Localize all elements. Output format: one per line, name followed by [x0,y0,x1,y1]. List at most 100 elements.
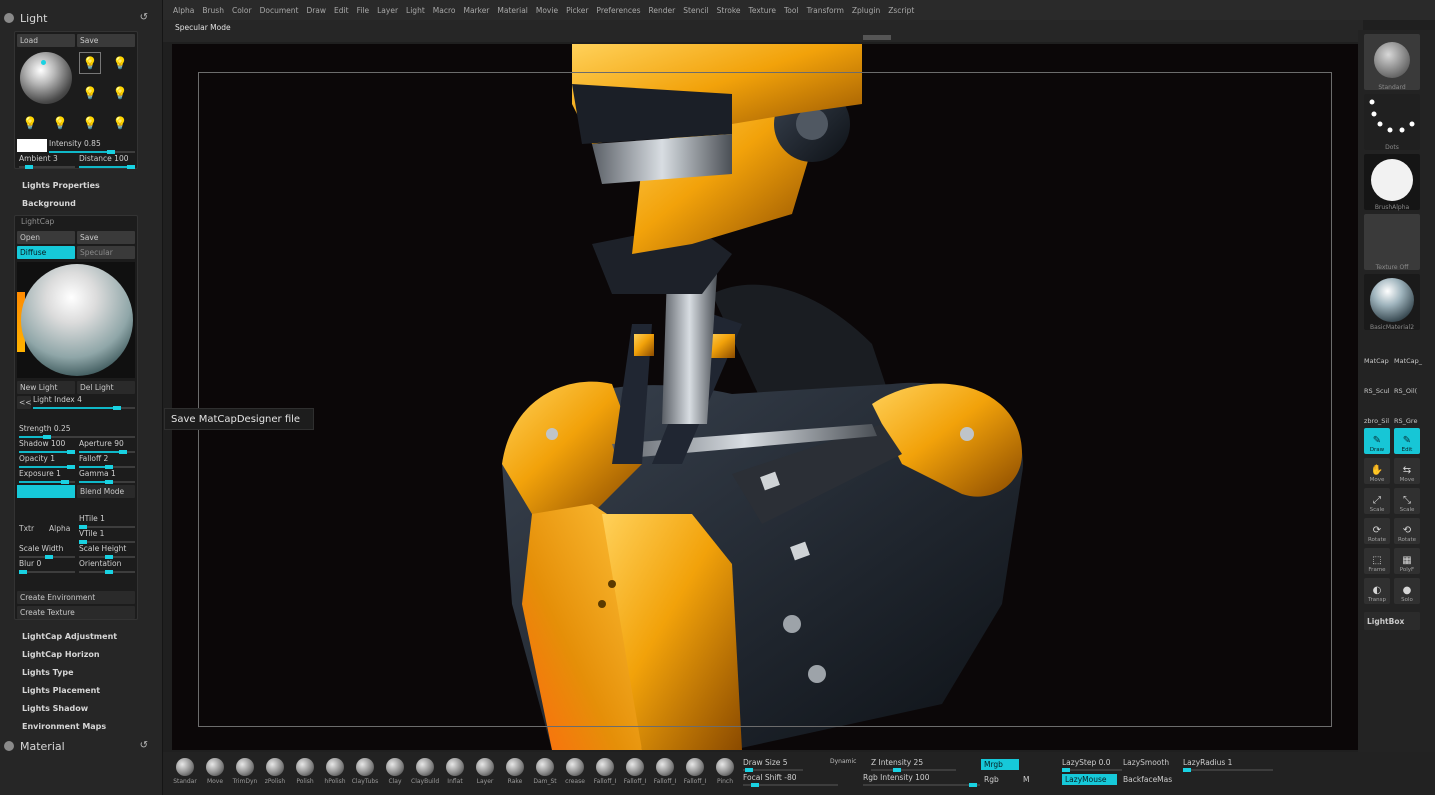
lightcap-color-swatch[interactable] [17,485,75,498]
transp-tool-button[interactable]: ◐ Transp [1364,578,1390,604]
scale-tool-button[interactable]: ⤡ Scale [1394,488,1420,514]
alpha-button[interactable]: Alpha [49,524,70,533]
blend-mode-button[interactable]: Blend Mode [77,485,135,498]
load-button[interactable]: Load [17,34,75,47]
lightcap-horizon-item[interactable]: LightCap Horizon [22,650,100,659]
backface-mask-button[interactable]: BackfaceMas [1120,774,1185,785]
menu-item-zscript[interactable]: Zscript [888,6,914,15]
brush-button[interactable]: zPolish [261,758,289,785]
lazy-step-slider[interactable]: LazyStep 0.0 [1062,758,1122,772]
blur-slider[interactable]: Blur 0 [19,559,75,574]
create-texture-button[interactable]: Create Texture [17,606,135,619]
menu-item-macro[interactable]: Macro [433,6,456,15]
lightcap-save-button[interactable]: Save [77,231,135,244]
move-tool-button[interactable]: ✋ Move [1364,458,1390,484]
brush-button[interactable]: Falloff_I [621,758,649,785]
texture-thumbnail[interactable] [1364,214,1420,270]
txtr-button[interactable]: Txtr [19,524,34,533]
menu-item-render[interactable]: Render [649,6,676,15]
light-bulb-icon[interactable]: 💡 [109,82,131,104]
top-scrollbar[interactable] [863,35,891,40]
intensity-slider[interactable]: Intensity 0.85 [49,139,135,154]
orientation-slider[interactable]: Orientation [79,559,135,574]
light-bulb-icon[interactable]: 💡 [19,112,41,134]
rotate-tool-button[interactable]: ⟲ Rotate [1394,518,1420,544]
brush-button[interactable]: crease [561,758,589,785]
light-bulb-icon[interactable]: 💡 [109,52,131,74]
lightcap-adjustment-item[interactable]: LightCap Adjustment [22,632,117,641]
menu-item-texture[interactable]: Texture [749,6,776,15]
gamma-slider[interactable]: Gamma 1 [79,469,135,484]
light-bulb-icon[interactable]: 💡 [79,52,101,74]
menu-item-layer[interactable]: Layer [377,6,398,15]
lazy-smooth-label[interactable]: LazySmooth [1123,758,1169,767]
brush-button[interactable]: ClayBuild [411,758,439,785]
save-button[interactable]: Save [77,34,135,47]
document-canvas[interactable] [172,44,1358,750]
move-tool-button[interactable]: ⇆ Move [1394,458,1420,484]
brush-button[interactable]: Polish [291,758,319,785]
light-sphere-preview[interactable] [20,52,72,104]
matcap-slot[interactable]: zbro_Sil [1364,417,1389,425]
brush-button[interactable]: Inflat [441,758,469,785]
new-light-button[interactable]: New Light [17,381,75,394]
brush-button[interactable]: Rake [501,758,529,785]
brush-button[interactable]: Falloff_I [681,758,709,785]
aperture-slider[interactable]: Aperture 90 [79,439,135,454]
environment-maps-item[interactable]: Environment Maps [22,722,106,731]
menu-item-edit[interactable]: Edit [334,6,349,15]
matcap-slot[interactable]: MatCap [1364,357,1389,365]
menu-item-movie[interactable]: Movie [536,6,558,15]
background-item[interactable]: Background [22,199,76,208]
matcap-slot[interactable]: RS_Oil( [1394,387,1417,395]
menu-item-marker[interactable]: Marker [463,6,489,15]
vtile-slider[interactable]: VTile 1 [79,529,135,544]
menu-item-preferences[interactable]: Preferences [596,6,640,15]
del-light-button[interactable]: Del Light [77,381,135,394]
light-palette-header[interactable]: Light ↺ [0,8,150,28]
opacity-slider[interactable]: Opacity 1 [19,454,75,469]
z-intensity-slider[interactable]: Z Intensity 25 [871,758,956,772]
draw-tool-button[interactable]: ✎ Draw [1364,428,1390,454]
lazy-mouse-button[interactable]: LazyMouse [1062,774,1117,785]
lightbox-button[interactable]: LightBox [1364,612,1420,630]
focal-shift-slider[interactable]: Focal Shift -80 [743,773,838,787]
ambient-slider[interactable]: Ambient 3 [19,154,75,169]
diffuse-button[interactable]: Diffuse [17,246,75,259]
menu-item-zplugin[interactable]: Zplugin [852,6,880,15]
falloff-slider[interactable]: Falloff 2 [79,454,135,469]
alpha-thumbnail[interactable] [1364,154,1420,210]
rgb-intensity-slider[interactable]: Rgb Intensity 100 [863,773,980,787]
edit-tool-button[interactable]: ✎ Edit [1394,428,1420,454]
light-bulb-icon[interactable]: 💡 [79,82,101,104]
matcap-slot[interactable]: RS_Gre [1394,417,1417,425]
lights-shadow-item[interactable]: Lights Shadow [22,704,88,713]
menu-item-picker[interactable]: Picker [566,6,588,15]
light-bulb-icon[interactable]: 💡 [49,112,71,134]
brush-button[interactable]: Layer [471,758,499,785]
brush-button[interactable]: ClayTubs [351,758,379,785]
light-color-swatch[interactable] [17,139,47,152]
stroke-thumbnail[interactable] [1364,94,1420,150]
draw-size-slider[interactable]: Draw Size 5 [743,758,803,772]
lightcap-title[interactable]: LightCap [21,217,54,226]
menu-item-alpha[interactable]: Alpha [173,6,194,15]
brush-button[interactable]: Clay [381,758,409,785]
htile-slider[interactable]: HTile 1 [79,514,135,529]
brush-button[interactable]: Falloff_I [591,758,619,785]
scale-height-slider[interactable]: Scale Height [79,544,135,559]
brush-button[interactable]: TrimDyn [231,758,259,785]
menu-item-stroke[interactable]: Stroke [717,6,741,15]
light-bulb-icon[interactable]: 💡 [79,112,101,134]
menu-item-color[interactable]: Color [232,6,252,15]
lazy-radius-slider[interactable]: LazyRadius 1 [1183,758,1273,772]
reset-icon[interactable]: ↺ [140,12,148,23]
lights-properties-item[interactable]: Lights Properties [22,181,100,190]
solo-tool-button[interactable]: ● Solo [1394,578,1420,604]
menu-item-file[interactable]: File [357,6,370,15]
material-thumbnail[interactable] [1364,274,1420,330]
brush-button[interactable]: Standar [171,758,199,785]
shadow-slider[interactable]: Shadow 100 [19,439,75,454]
distance-slider[interactable]: Distance 100 [79,154,135,169]
polyf-tool-button[interactable]: ▦ PolyF [1394,548,1420,574]
